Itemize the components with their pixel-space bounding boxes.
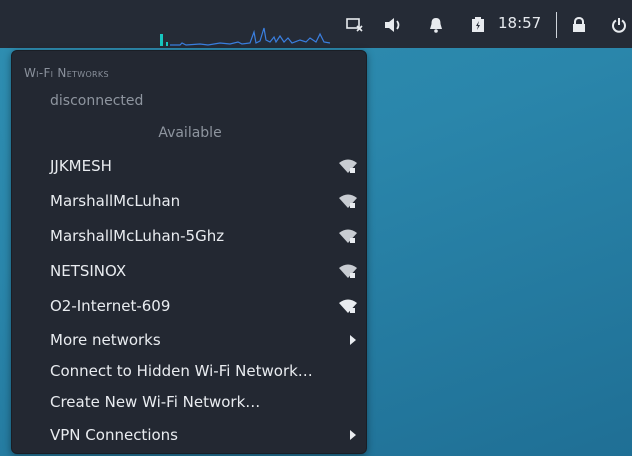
network-activity-graph[interactable]	[160, 22, 332, 46]
bell-icon[interactable]	[426, 16, 446, 34]
more-networks-item[interactable]: More networks	[12, 325, 368, 355]
panel-separator	[556, 12, 557, 38]
network-name: MarshallMcLuhan	[50, 192, 181, 210]
wifi-signal-icon	[339, 264, 357, 278]
battery-icon[interactable]	[468, 16, 488, 34]
wifi-signal-icon	[339, 299, 357, 313]
create-new-label: Create New Wi-Fi Network…	[50, 393, 261, 411]
network-name: JJKMESH	[50, 157, 112, 175]
wifi-signal-icon	[339, 159, 357, 173]
connect-hidden-network-item[interactable]: Connect to Hidden Wi-Fi Network…	[12, 356, 368, 386]
wifi-signal-icon	[339, 194, 357, 208]
volume-icon[interactable]	[384, 16, 404, 34]
more-networks-label: More networks	[50, 331, 161, 349]
network-item[interactable]: JJKMESH	[12, 151, 368, 181]
network-item[interactable]: NETSINOX	[12, 256, 368, 286]
vpn-connections-item[interactable]: VPN Connections	[12, 420, 368, 450]
wifi-networks-menu: Wi-Fi Networks disconnected Available JJ…	[11, 50, 367, 454]
lock-icon[interactable]	[569, 16, 589, 34]
top-panel: 18:57	[0, 0, 632, 48]
vpn-connections-label: VPN Connections	[50, 426, 178, 444]
network-item[interactable]: MarshallMcLuhan	[12, 186, 368, 216]
clock[interactable]: 18:57	[498, 14, 541, 32]
network-item[interactable]: MarshallMcLuhan-5Ghz	[12, 221, 368, 251]
chevron-right-icon	[350, 430, 356, 440]
window-close-icon[interactable]	[345, 16, 365, 34]
wifi-signal-icon	[339, 229, 357, 243]
section-title: Wi-Fi Networks	[24, 66, 109, 80]
network-name: MarshallMcLuhan-5Ghz	[50, 227, 225, 245]
power-icon[interactable]	[609, 16, 629, 34]
connect-hidden-label: Connect to Hidden Wi-Fi Network…	[50, 362, 313, 380]
connection-status: disconnected	[50, 93, 144, 109]
create-new-network-item[interactable]: Create New Wi-Fi Network…	[12, 387, 368, 417]
network-name: NETSINOX	[50, 262, 127, 280]
network-name: O2-Internet-609	[50, 297, 171, 315]
available-label: Available	[158, 125, 222, 141]
network-item[interactable]: O2-Internet-609	[12, 291, 368, 321]
chevron-right-icon	[350, 335, 356, 345]
